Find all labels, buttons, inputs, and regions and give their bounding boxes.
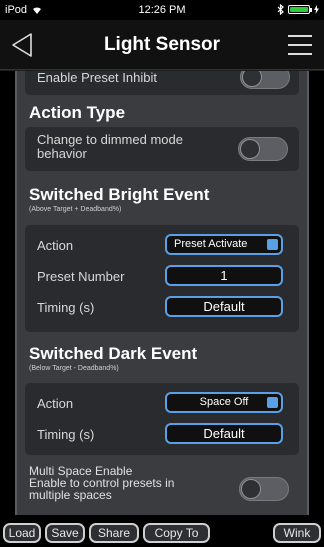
multi-space-text: Multi Space Enable Enable to control pre…: [29, 465, 174, 501]
preset-number-label: Preset Number: [37, 269, 125, 284]
bright-action-select[interactable]: Preset Activate: [165, 234, 283, 255]
charging-icon: [314, 5, 319, 14]
bright-action-label: Action: [37, 238, 74, 253]
preset-inhibit-toggle[interactable]: [240, 71, 290, 89]
bright-timing-field[interactable]: Default: [165, 296, 283, 317]
action-type-card: Change to dimmed mode behavior: [25, 127, 299, 171]
bluetooth-icon: [277, 4, 284, 15]
nav-bar: Light Sensor: [0, 20, 324, 70]
dropdown-caret-icon: [267, 397, 278, 408]
menu-line: [288, 44, 312, 46]
bottom-toolbar: Load Save Share Copy To Wink: [0, 515, 324, 547]
bright-event-heading: Switched Bright Event: [29, 185, 210, 204]
battery-level: [290, 7, 308, 12]
settings-panel: Enable Preset Inhibit Action Type Change…: [15, 71, 309, 515]
wink-button[interactable]: Wink: [273, 523, 321, 543]
menu-line: [288, 53, 312, 55]
bright-event-subtitle: (Above Target + Deadband%): [29, 206, 122, 213]
status-time: 12:26 PM: [138, 4, 186, 16]
copy-to-button[interactable]: Copy To: [143, 523, 210, 543]
dropdown-caret-icon: [267, 239, 278, 250]
action-type-heading: Action Type: [29, 103, 126, 122]
action-type-label-line2: behavior: [37, 146, 87, 161]
hamburger-menu-icon[interactable]: [288, 35, 312, 55]
dark-event-subtitle: (Below Target - Deadband%): [29, 365, 119, 372]
toggle-knob: [240, 139, 260, 159]
dark-action-label: Action: [37, 396, 74, 411]
page-title: Light Sensor: [103, 34, 221, 55]
dark-event-card: Action Space Off Timing (s) Default: [25, 383, 299, 455]
bright-event-card: Action Preset Activate Preset Number 1 T…: [25, 225, 299, 332]
menu-line: [288, 35, 312, 37]
multi-space-toggle[interactable]: [239, 477, 289, 501]
dimmed-mode-toggle[interactable]: [238, 137, 288, 161]
bright-action-value: Preset Activate: [174, 238, 248, 250]
preset-inhibit-label: Enable Preset Inhibit: [37, 71, 157, 85]
dark-timing-label: Timing (s): [37, 427, 95, 442]
toggle-knob: [242, 71, 262, 87]
bright-timing-label: Timing (s): [37, 300, 95, 315]
content-scroll-area[interactable]: Enable Preset Inhibit Action Type Change…: [0, 71, 324, 515]
status-bar: iPod 12:26 PM: [0, 0, 324, 20]
preset-number-field[interactable]: 1: [165, 265, 283, 286]
dark-action-select[interactable]: Space Off: [165, 392, 283, 413]
load-button[interactable]: Load: [3, 523, 41, 543]
share-button[interactable]: Share: [89, 523, 139, 543]
preset-inhibit-card: Enable Preset Inhibit: [25, 71, 299, 95]
dark-timing-field[interactable]: Default: [165, 423, 283, 444]
status-right: [277, 4, 319, 15]
dark-event-heading: Switched Dark Event: [29, 344, 198, 363]
multi-space-desc-line2: multiple spaces: [29, 488, 112, 502]
battery-icon: [288, 5, 312, 14]
action-type-label: Change to dimmed mode behavior: [37, 133, 183, 161]
dark-action-value: Space Off: [199, 396, 249, 408]
action-type-label-line1: Change to dimmed mode: [37, 132, 183, 147]
toggle-knob: [241, 479, 261, 499]
save-button[interactable]: Save: [45, 523, 85, 543]
